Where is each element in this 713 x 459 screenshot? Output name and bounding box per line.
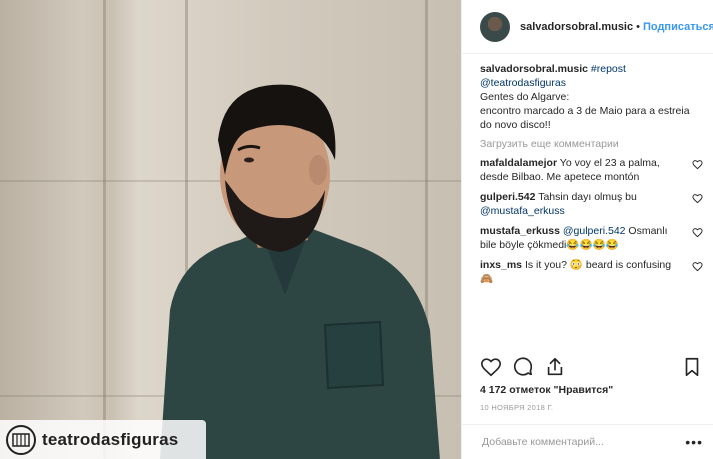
add-comment-bar: ••• [462, 424, 713, 459]
comment-text: Tahsin dayı olmuş bu [538, 191, 637, 203]
comment-username[interactable]: mustafa_erkuss [480, 225, 560, 237]
comment-username[interactable]: mafaldalamejor [480, 157, 557, 169]
share-icon[interactable] [544, 356, 566, 378]
watermark-text: teatrodasfiguras [42, 429, 179, 449]
comment-mention[interactable]: @mustafa_erkuss [480, 205, 565, 217]
post-sidebar: salvadorsobral.music • Подписаться salva… [461, 0, 713, 459]
caption-line: encontro marcado a 3 de Maio para a estr… [480, 105, 690, 131]
wall-seam [103, 0, 106, 459]
caption-username[interactable]: salvadorsobral.music [480, 63, 588, 75]
repost-watermark: teatrodasfiguras [0, 420, 206, 459]
comment-item: inxs_ms Is it you? 😳 beard is confusing … [480, 258, 703, 286]
comment-mention[interactable]: @gulperi.542 [563, 225, 626, 237]
comment-bubble-icon[interactable] [512, 356, 534, 378]
comment-like-heart-icon[interactable] [692, 193, 703, 204]
instagram-post: teatrodasfiguras salvadorsobral.music • … [0, 0, 713, 459]
post-photo[interactable]: teatrodasfiguras [0, 0, 461, 459]
comments-section: salvadorsobral.music #repost @teatrodasf… [480, 62, 703, 292]
heart-icon[interactable] [480, 356, 502, 378]
theater-logo-icon [6, 424, 36, 455]
comment-input[interactable] [480, 435, 686, 449]
photo-shadow [0, 0, 110, 459]
action-bar [480, 354, 703, 380]
person-illustration [160, 84, 440, 459]
comment-item: mafaldalamejor Yo voy el 23 a palma, des… [480, 156, 703, 184]
follow-button[interactable]: Подписаться [643, 21, 713, 33]
avatar[interactable] [480, 11, 510, 42]
post-header: salvadorsobral.music • Подписаться [462, 0, 713, 54]
likes-count[interactable]: 4 172 отметок "Нравится" [480, 384, 613, 396]
post-date: 10 НОЯБРЯ 2018 Г. [480, 403, 554, 412]
comment-like-heart-icon[interactable] [692, 261, 703, 272]
comment-like-heart-icon[interactable] [692, 159, 703, 170]
comment-like-heart-icon[interactable] [692, 227, 703, 238]
header-separator: • [636, 20, 640, 33]
comment-item: mustafa_erkuss @gulperi.542 Osmanlı bile… [480, 224, 703, 252]
post-caption: salvadorsobral.music #repost @teatrodasf… [480, 62, 703, 132]
comment-username[interactable]: inxs_ms [480, 259, 522, 271]
more-options-icon[interactable]: ••• [685, 434, 703, 450]
load-more-comments-button[interactable]: Загрузить еще комментарии [480, 138, 703, 150]
caption-line: Gentes do Algarve: [480, 91, 570, 103]
comment-item: gulperi.542 Tahsin dayı olmuş bu @mustaf… [480, 190, 703, 218]
header-username[interactable]: salvadorsobral.music [520, 21, 633, 33]
comment-username[interactable]: gulperi.542 [480, 191, 535, 203]
caption-hashtag[interactable]: #repost [591, 63, 626, 75]
bookmark-icon[interactable] [681, 356, 703, 378]
caption-mention[interactable]: @teatrodasfiguras [480, 77, 566, 89]
